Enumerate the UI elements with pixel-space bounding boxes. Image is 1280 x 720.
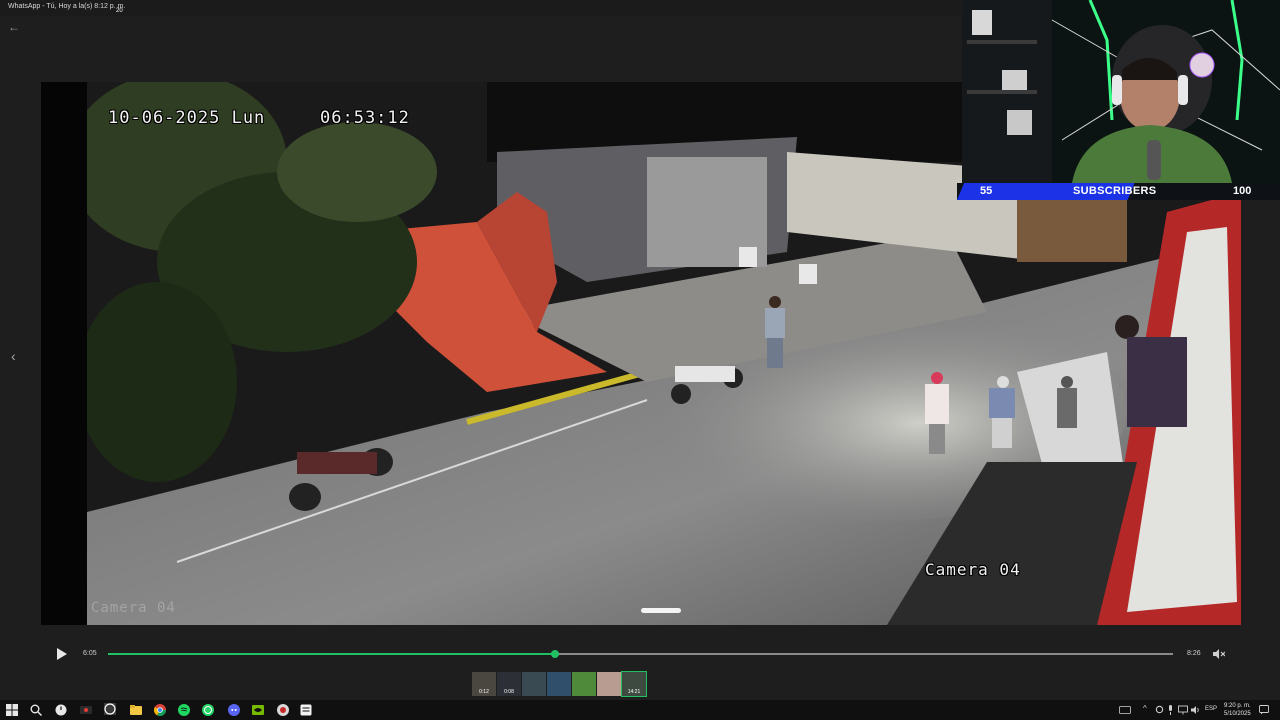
tray-settings-icon[interactable] — [1155, 705, 1164, 714]
chrome-icon[interactable] — [154, 704, 166, 716]
spotify-icon[interactable] — [178, 704, 190, 716]
taskbar — [0, 700, 1280, 720]
whatsapp-icon[interactable] — [104, 703, 116, 715]
media-thumbnail[interactable]: 0:12 — [472, 672, 496, 696]
seek-bar[interactable] — [108, 650, 1173, 658]
subscriber-goal-bar: 55 SUBSCRIBERS 100 — [957, 183, 1280, 200]
nvidia-icon[interactable] — [252, 704, 264, 716]
windows-start-icon[interactable] — [6, 704, 18, 716]
keyboard-icon[interactable] — [1119, 706, 1131, 714]
subscriber-label: SUBSCRIBERS — [1073, 185, 1157, 197]
subscriber-count: 55 — [980, 185, 993, 197]
network-icon[interactable] — [1178, 705, 1188, 715]
osd-time: 06:53:12 — [320, 108, 410, 128]
media-thumbnail-selected[interactable]: 14:21 — [621, 671, 647, 697]
volume-icon[interactable] — [1191, 705, 1201, 715]
previous-media-chevron-icon[interactable]: ‹ — [11, 348, 16, 364]
media-thumbnail[interactable]: 0:08 — [497, 672, 521, 696]
whatsapp-unread-badge: 20 — [116, 8, 123, 14]
osd-date: 10-06-2025 Lun — [108, 108, 266, 128]
search-icon[interactable] — [30, 704, 42, 716]
play-icon[interactable] — [56, 648, 67, 660]
video-scrubber-pill[interactable] — [641, 608, 681, 613]
streaming-app-icon[interactable] — [80, 704, 92, 716]
thumbnail-duration: 0:12 — [479, 689, 489, 695]
clock-time: 9:20 p. m. — [1224, 703, 1251, 709]
file-explorer-icon[interactable] — [130, 704, 142, 716]
window-title: WhatsApp - Tú, Hoy a la(s) 8:12 p. m. — [8, 3, 126, 10]
speaker-muted-icon[interactable] — [1213, 648, 1225, 660]
thumbnail-duration: 14:21 — [627, 689, 641, 695]
discord-icon[interactable] — [228, 704, 240, 716]
system-clock[interactable]: 9:20 p. m. 5/10/2025 — [1224, 702, 1251, 718]
streamer-webcam — [962, 0, 1280, 183]
input-language[interactable]: ESP — [1205, 706, 1217, 712]
seek-bar-played — [108, 653, 556, 655]
notes-app-icon[interactable] — [300, 704, 312, 716]
subscriber-goal: 100 — [1233, 185, 1252, 197]
notifications-icon[interactable] — [1259, 705, 1269, 715]
media-thumbnail-strip: 0:12 0:08 14:21 — [472, 671, 647, 697]
osd-camera-ghost-label: Camera 04 — [91, 600, 176, 616]
clock-app-icon[interactable] — [55, 704, 67, 716]
back-arrow-icon[interactable]: ← — [8, 21, 20, 33]
clock-date: 5/10/2025 — [1224, 711, 1251, 717]
obs-icon[interactable] — [277, 704, 289, 716]
microphone-icon[interactable] — [1167, 705, 1174, 715]
duration: 8:26 — [1187, 650, 1201, 657]
media-thumbnail[interactable] — [547, 672, 571, 696]
whatsapp-desktop-icon[interactable] — [202, 704, 214, 716]
media-thumbnail[interactable] — [522, 672, 546, 696]
current-time: 6:05 — [83, 650, 97, 657]
video-letterbox — [41, 82, 87, 625]
seek-bar-knob[interactable] — [551, 650, 560, 658]
media-thumbnail[interactable] — [597, 672, 621, 696]
media-thumbnail[interactable] — [572, 672, 596, 696]
osd-camera-label: Camera 04 — [925, 560, 1021, 579]
thumbnail-duration: 0:08 — [504, 689, 514, 695]
tray-chevron-up-icon[interactable]: ^ — [1143, 704, 1155, 716]
